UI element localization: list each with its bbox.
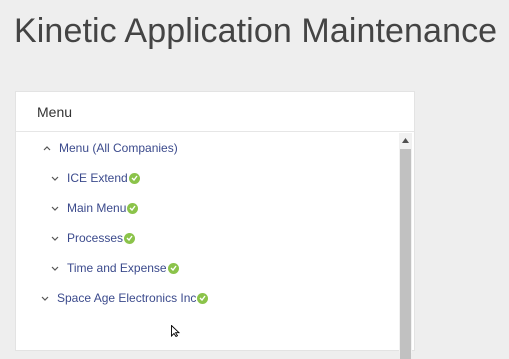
tree-node-label[interactable]: ICE Extend xyxy=(67,171,128,185)
tree-node-label[interactable]: Menu (All Companies) xyxy=(59,141,178,155)
chevron-down-icon[interactable] xyxy=(48,198,62,218)
tree-node-main-menu[interactable]: Main Menu xyxy=(48,198,139,218)
tree-node-space-age-electronics[interactable]: Space Age Electronics Inc xyxy=(38,288,209,308)
vertical-scrollbar[interactable] xyxy=(399,133,412,359)
tree-node-menu-all-companies[interactable]: Menu (All Companies) xyxy=(40,138,178,158)
mouse-cursor-icon xyxy=(171,324,181,342)
chevron-up-icon[interactable] xyxy=(40,138,54,158)
chevron-down-icon[interactable] xyxy=(48,258,62,278)
check-circle-icon xyxy=(197,292,209,304)
chevron-down-icon[interactable] xyxy=(48,228,62,248)
tree-node-label[interactable]: Time and Expense xyxy=(67,261,167,275)
tree-node-label[interactable]: Processes xyxy=(67,231,123,245)
check-circle-icon xyxy=(124,232,136,244)
check-circle-icon xyxy=(127,202,139,214)
page-title: Kinetic Application Maintenance xyxy=(14,12,498,50)
tree-node-label[interactable]: Space Age Electronics Inc xyxy=(57,291,196,305)
tree-node-time-and-expense[interactable]: Time and Expense xyxy=(48,258,179,278)
tree-node-ice-extend[interactable]: ICE Extend xyxy=(48,168,140,188)
check-circle-icon xyxy=(128,172,140,184)
tree-node-processes[interactable]: Processes xyxy=(48,228,136,248)
scroll-up-arrow-icon[interactable] xyxy=(399,133,412,147)
chevron-down-icon[interactable] xyxy=(48,168,62,188)
menu-panel: Menu Menu (All Companies) ICE Extend Mai… xyxy=(15,91,415,359)
check-circle-icon xyxy=(167,262,179,274)
chevron-down-icon[interactable] xyxy=(38,288,52,308)
scrollbar-thumb[interactable] xyxy=(400,149,411,359)
panel-header: Menu xyxy=(16,92,414,132)
tree-node-label[interactable]: Main Menu xyxy=(67,201,126,215)
